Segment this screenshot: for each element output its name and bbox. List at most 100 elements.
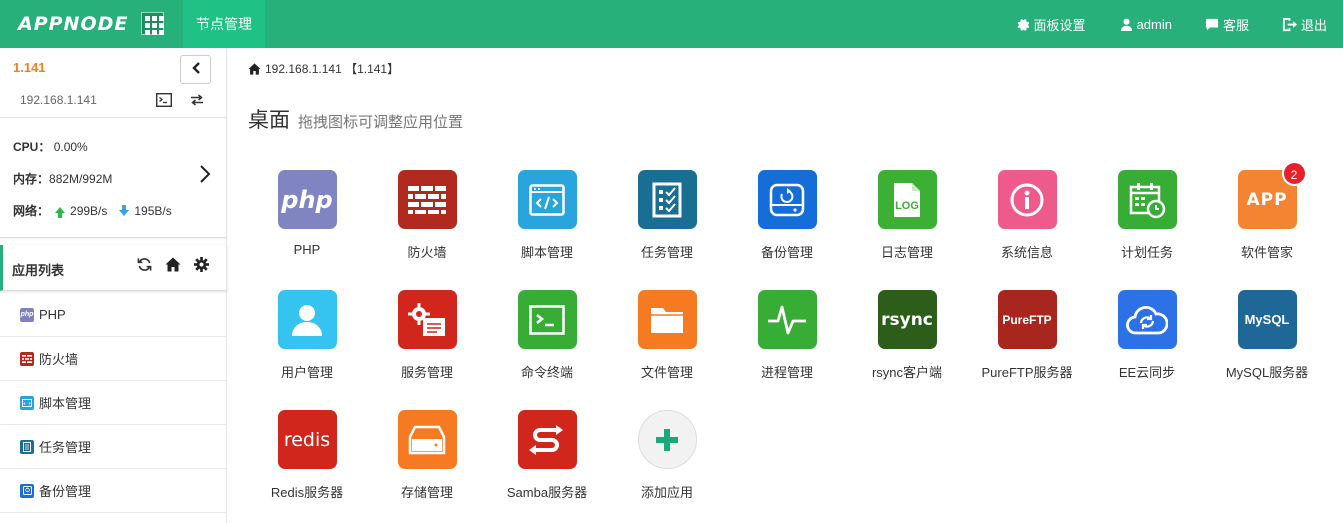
app-label: 备份管理 <box>760 245 813 260</box>
backup-icon <box>20 483 34 498</box>
app-tile-ee-cloud-sync[interactable]: EE云同步 <box>1087 290 1207 381</box>
network-stat: 网络： 299B/s 195B/s <box>13 203 172 219</box>
sidebar-item-label: 任务管理 <box>39 440 92 455</box>
app-label: Samba服务器 <box>506 485 588 500</box>
process-icon <box>757 290 817 349</box>
app-label: rsync客户端 <box>871 365 943 380</box>
app-label: 防火墙 <box>407 245 447 260</box>
app-tile-software-manager[interactable]: APP 2 软件管家 <box>1207 161 1327 261</box>
page-title: 桌面 <box>248 109 290 132</box>
sidebar-item-backup[interactable]: 备份管理 <box>0 469 227 513</box>
sidebar-item-label: 防火墙 <box>39 352 79 367</box>
app-tile-system-info[interactable]: 系统信息 <box>967 170 1087 261</box>
app-label: 系统信息 <box>1000 245 1053 260</box>
app-tile-backup[interactable]: 备份管理 <box>727 170 847 261</box>
app-tile-terminal[interactable]: 命令终端 <box>487 290 607 381</box>
page-subtitle: 拖拽图标可调整应用位置 <box>298 114 464 131</box>
app-tile-user-management[interactable]: 用户管理 <box>247 290 367 381</box>
app-label: 存储管理 <box>400 485 453 500</box>
app-list-header: 应用列表 <box>0 245 227 291</box>
redis-icon: redis <box>277 410 337 469</box>
sidebar-item-php[interactable]: php PHP <box>0 293 227 337</box>
app-label: 计划任务 <box>1120 245 1173 260</box>
app-tile-firewall[interactable]: 防火墙 <box>367 170 487 261</box>
samba-icon <box>517 410 577 469</box>
app-tile-file-manager[interactable]: 文件管理 <box>607 290 727 381</box>
app-tile-php[interactable]: php PHP <box>247 170 367 257</box>
sidebar-item-task[interactable]: 任务管理 <box>0 425 227 469</box>
script-icon <box>20 395 34 410</box>
app-tile-process-manager[interactable]: 进程管理 <box>727 290 847 381</box>
app-label: 脚本管理 <box>520 245 573 260</box>
network-down-value: 195B/s <box>134 203 172 218</box>
chevron-right-icon[interactable] <box>199 164 211 187</box>
add-app-button[interactable]: 添加应用 <box>607 410 727 501</box>
terminal-icon[interactable] <box>155 92 173 110</box>
refresh-icon[interactable] <box>137 257 152 275</box>
app-label: PureFTP服务器 <box>981 365 1073 380</box>
app-label: 日志管理 <box>880 245 933 260</box>
sidebar-item-script[interactable]: 脚本管理 <box>0 381 227 425</box>
app-tile-pureftp[interactable]: PureFTP PureFTP服务器 <box>967 290 1087 381</box>
app-label: 进程管理 <box>760 365 813 380</box>
app-tile-rsync[interactable]: rsync rsync客户端 <box>847 290 967 381</box>
download-arrow-icon <box>119 204 130 216</box>
app-tile-script[interactable]: 脚本管理 <box>487 170 607 261</box>
firewall-icon <box>397 170 457 229</box>
collapse-sidebar-button[interactable] <box>180 55 211 84</box>
app-label: PHP <box>293 242 321 257</box>
service-icon <box>397 290 457 349</box>
cloud-sync-icon <box>1117 290 1177 349</box>
app-label: Redis服务器 <box>270 485 344 500</box>
sidebar-item-firewall[interactable]: 防火墙 <box>0 337 227 381</box>
sidebar-item-label: 脚本管理 <box>39 396 92 411</box>
update-count-badge: 2 <box>1281 161 1307 186</box>
calendar-icon <box>1117 170 1177 229</box>
home-icon[interactable] <box>165 257 181 275</box>
panel-settings-label: 面板设置 <box>1033 17 1086 33</box>
breadcrumb: 192.168.1.141 【1.141】 <box>248 60 399 77</box>
app-tile-samba[interactable]: Samba服务器 <box>487 410 607 501</box>
log-icon: LOG <box>877 170 937 229</box>
app-label: 软件管家 <box>1240 245 1293 260</box>
app-label: 命令终端 <box>520 365 573 380</box>
app-label: 服务管理 <box>400 365 453 380</box>
user-menu[interactable]: admin <box>1120 17 1172 32</box>
app-store-icon: APP 2 <box>1237 161 1307 229</box>
apps-grid-icon[interactable] <box>141 12 164 35</box>
app-tile-redis[interactable]: redis Redis服务器 <box>247 410 367 501</box>
gear-icon <box>1017 18 1030 31</box>
memory-value: 882M/992M <box>49 172 113 186</box>
panel-settings-link[interactable]: 面板设置 <box>1017 15 1086 34</box>
gear-icon[interactable] <box>194 257 209 275</box>
appnode-logo[interactable]: APPNODE <box>18 13 128 35</box>
app-label: 添加应用 <box>640 485 693 500</box>
logout-link[interactable]: 退出 <box>1282 15 1327 34</box>
chat-icon <box>1205 18 1219 31</box>
customer-service-link[interactable]: 客服 <box>1205 15 1249 34</box>
app-tile-task[interactable]: 任务管理 <box>607 170 727 261</box>
app-tile-mysql[interactable]: MySQL MySQL服务器 <box>1207 290 1327 381</box>
app-tile-scheduled-task[interactable]: 计划任务 <box>1087 170 1207 261</box>
svg-text:LOG: LOG <box>895 200 919 212</box>
switch-node-icon[interactable] <box>190 94 204 109</box>
nav-node-management[interactable]: 节点管理 <box>183 0 265 48</box>
logout-icon <box>1282 17 1297 32</box>
app-tile-storage[interactable]: 存储管理 <box>367 410 487 501</box>
php-icon: php <box>277 170 337 229</box>
app-list: php PHP 防火墙 脚本管理 任务管理 备份管理 <box>0 293 227 513</box>
node-name: 1.141 <box>13 60 46 75</box>
home-icon[interactable] <box>248 62 261 75</box>
task-icon <box>20 439 34 454</box>
mysql-icon: MySQL <box>1237 290 1297 349</box>
user-icon <box>1120 18 1133 31</box>
app-tile-log[interactable]: LOG 日志管理 <box>847 170 967 261</box>
terminal-icon <box>517 290 577 349</box>
logout-label: 退出 <box>1300 17 1327 33</box>
chevron-left-icon <box>191 62 201 77</box>
app-label: 任务管理 <box>640 245 693 260</box>
script-icon <box>517 170 577 229</box>
upload-arrow-icon <box>55 206 66 218</box>
pureftp-icon: PureFTP <box>997 290 1057 349</box>
app-tile-service-management[interactable]: 服务管理 <box>367 290 487 381</box>
